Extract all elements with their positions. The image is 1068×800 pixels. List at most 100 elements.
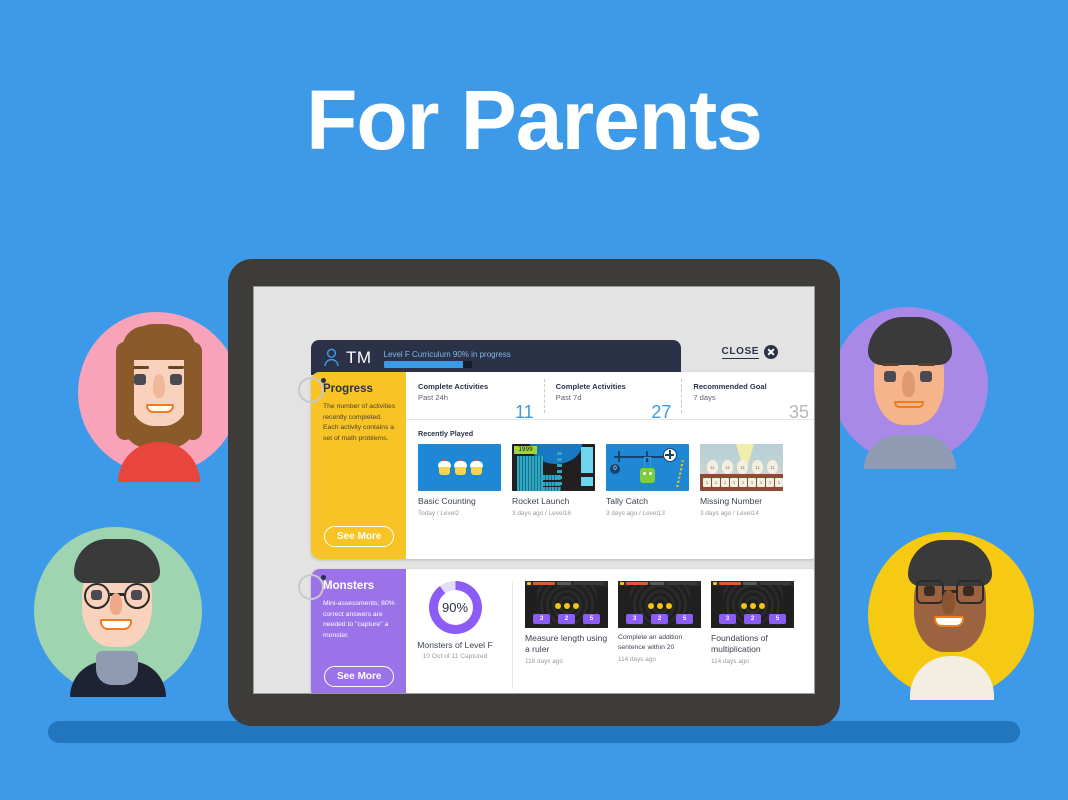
answer-button[interactable]: 3: [719, 614, 736, 624]
game-score: 1999: [514, 446, 537, 454]
assessment-list: 3 2 5 Measure length using a ruler 118 d…: [513, 581, 809, 689]
assessment-thumbnail: 3 2 5: [618, 581, 701, 628]
tablet-device: TM Level F Curriculum 90% in progress CL…: [228, 259, 840, 726]
game-title: Tally Catch: [606, 496, 649, 506]
eye-right: [920, 371, 932, 382]
eyebrow-left: [133, 366, 149, 369]
assessment-card-addition-sentence[interactable]: 3 2 5 Complete an addition sentence with…: [618, 581, 701, 689]
game-thumbnail: 0: [606, 444, 689, 491]
game-card-basic-counting[interactable]: Basic Counting Today / Level2: [418, 444, 501, 517]
game-title: Rocket Launch: [512, 496, 570, 506]
game-title: Missing Number: [700, 496, 763, 506]
stat-value: 35: [788, 402, 810, 422]
eyebrow-right: [918, 363, 935, 366]
answer-buttons: 3 2 5: [711, 614, 794, 624]
answer-buttons: 3 2 5: [525, 614, 608, 624]
capture-sub: 10 Out of 11 Captured: [422, 653, 488, 660]
binder-dot-progress: [321, 378, 326, 383]
game-meta: 3 days ago / Level14: [700, 509, 759, 517]
number-tile: 1: [748, 478, 756, 487]
assessment-card-measure-length[interactable]: 3 2 5 Measure length using a ruler 118 d…: [525, 581, 608, 689]
mouth-shape: [146, 404, 174, 413]
game-card-tally-catch[interactable]: 0 Tally Catch 3 days ago / Level13: [606, 444, 689, 517]
stat-label: Recommended Goal 7 days: [693, 381, 766, 404]
game-card-missing-number[interactable]: 11 11 11 11 11 1 1 1 1 1 1 1 1 1 Missing…: [700, 444, 783, 517]
monsters-capture-summary: 90% Monsters of Level F 10 Out of 11 Cap…: [406, 581, 513, 689]
number-tile: 1: [766, 478, 774, 487]
person-icon: [324, 348, 339, 367]
number-tile: 1: [712, 478, 720, 487]
game-title: Basic Counting: [418, 496, 476, 506]
stat-subtitle: Past 24h: [418, 393, 448, 403]
curriculum-progress-fill: [383, 360, 463, 368]
number-tile: 1: [757, 478, 765, 487]
progress-content: Complete Activities Past 24h 11 Complete…: [406, 372, 814, 559]
game-thumbnail: 11 11 11 11 11 1 1 1 1 1 1 1 1 1: [700, 444, 783, 491]
stat-value: 11: [514, 402, 534, 422]
number-tile: 1: [703, 478, 711, 487]
recently-played-label: Recently Played: [418, 429, 474, 438]
collar-shape: [96, 651, 138, 685]
monsters-content: 90% Monsters of Level F 10 Out of 11 Cap…: [406, 569, 814, 693]
hair-shape: [868, 317, 952, 365]
stat-recommended-goal: Recommended Goal 7 days 35: [681, 379, 814, 422]
mouth-shape: [894, 401, 924, 408]
target-icon: [663, 448, 677, 462]
stat-value: 27: [651, 402, 672, 422]
answer-button[interactable]: 5: [769, 614, 786, 624]
capture-percent: 90%: [441, 600, 469, 615]
stat-subtitle: Past 7d: [555, 393, 582, 403]
assessment-card-multiplication[interactable]: 3 2 5 Foundations of multiplication 114 …: [711, 581, 794, 689]
answer-button[interactable]: 2: [744, 614, 761, 624]
answer-button[interactable]: 3: [626, 614, 643, 624]
progress-stats-row: Complete Activities Past 24h 11 Complete…: [406, 372, 814, 422]
tablet-screen: TM Level F Curriculum 90% in progress CL…: [253, 286, 815, 694]
eye-right: [131, 590, 142, 600]
close-button[interactable]: CLOSE: [721, 345, 778, 359]
egg-icon: 11: [737, 460, 748, 474]
monsters-card: Monsters Mini-assessments; 80% correct a…: [311, 569, 814, 693]
hair-side-left: [116, 342, 134, 440]
nose-shape: [110, 593, 122, 615]
game-meta: 3 days ago / Level16: [512, 509, 571, 517]
answer-button[interactable]: 3: [533, 614, 550, 624]
egg-icon: 11: [767, 460, 778, 474]
number-tile: 1: [739, 478, 747, 487]
curriculum-progress-label: Level F Curriculum 90% in progress: [383, 349, 511, 359]
progress-see-more-button[interactable]: See More: [324, 526, 395, 547]
nose-shape: [902, 371, 915, 397]
egg-icon: 11: [707, 460, 718, 474]
answer-button[interactable]: 5: [583, 614, 600, 624]
assessment-title: Complete an addition sentence within 20: [618, 634, 683, 652]
monsters-see-more-button[interactable]: See More: [324, 666, 395, 687]
egg-icon: 11: [722, 460, 733, 474]
recently-played-list: Basic Counting Today / Level2 1999 Rocke…: [406, 444, 814, 517]
claw-icon: [644, 457, 651, 467]
avatar-father: [832, 307, 988, 469]
eyebrow-right: [168, 366, 184, 369]
game-meta: 3 days ago / Level13: [606, 509, 665, 517]
monster-icon: [640, 468, 655, 483]
answer-buttons: 3 2 5: [618, 614, 701, 624]
assessment-title: Foundations of multiplication: [711, 633, 768, 655]
binder-dot-monsters: [321, 575, 326, 580]
mouth-shape: [100, 619, 132, 630]
close-circle-icon: [764, 345, 778, 359]
curriculum-progress: Level F Curriculum 90% in progress: [383, 348, 669, 368]
hair-side-right: [184, 342, 202, 440]
avatar-grandparent: [34, 527, 202, 697]
eye-left: [134, 374, 146, 385]
assessment-meta: 114 days ago: [711, 658, 749, 666]
number-tile: 1: [775, 478, 783, 487]
progress-title: Progress: [323, 383, 373, 395]
answer-button[interactable]: 2: [651, 614, 668, 624]
stat-subtitle: 7 days: [693, 393, 716, 403]
number-tile: 1: [730, 478, 738, 487]
game-card-rocket-launch[interactable]: 1999 Rocket Launch 3 days ago / Level16: [512, 444, 595, 517]
game-thumbnail: 1999: [512, 444, 595, 491]
answer-button[interactable]: 2: [558, 614, 575, 624]
answer-button[interactable]: 5: [676, 614, 693, 624]
eye-left: [884, 371, 896, 382]
assessment-thumbnail: 3 2 5: [525, 581, 608, 628]
stat-label: Complete Activities Past 24h: [418, 381, 488, 404]
